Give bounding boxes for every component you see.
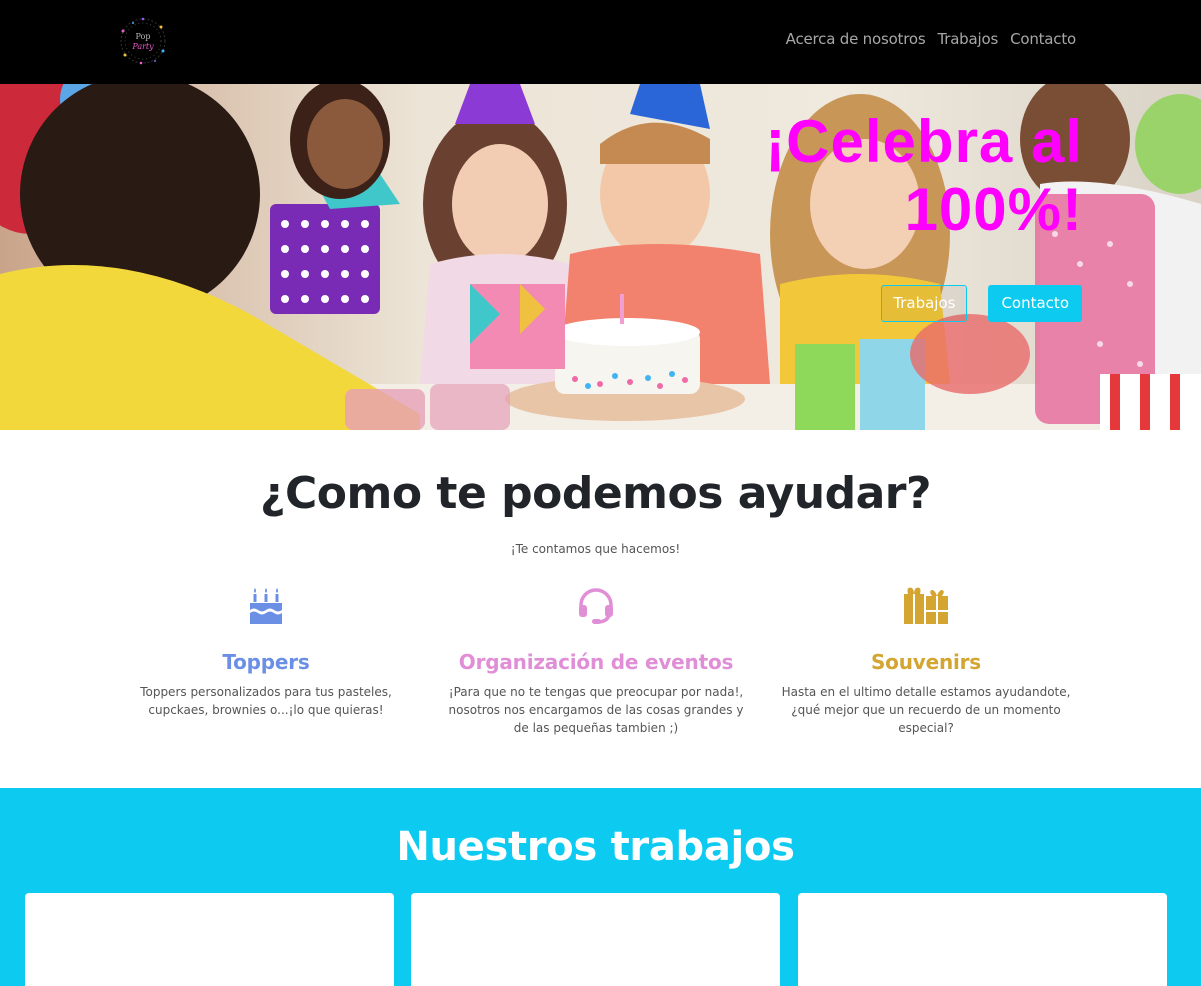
service-toppers-description: Toppers personalizados para tus pasteles… <box>140 685 392 717</box>
service-events: Organización de eventos ¡Para que no te … <box>436 586 756 737</box>
work-card[interactable] <box>25 893 394 986</box>
hero-buttons: Trabajos Contacto <box>881 285 1082 322</box>
service-souvenirs-description: Hasta en el ultimo detalle estamos ayuda… <box>781 685 1071 735</box>
navbar: Pop Party Acerca de nosotros Trabajos Co… <box>0 0 1201 84</box>
headset-icon <box>436 586 756 630</box>
service-toppers-title: Toppers <box>222 650 310 674</box>
service-events-title: Organización de eventos <box>458 650 734 674</box>
nav-links: Acerca de nosotros Trabajos Contacto <box>786 30 1077 48</box>
svg-text:Party: Party <box>131 42 154 51</box>
nav-link-contact[interactable]: Contacto <box>1010 30 1076 48</box>
service-souvenirs-title: Souvenirs <box>870 650 982 674</box>
svg-text:Pop: Pop <box>136 32 151 41</box>
birthday-cake-icon <box>106 586 426 630</box>
work-card[interactable] <box>798 893 1167 986</box>
hero-title: ¡Celebra al 100%! <box>765 108 1083 243</box>
party-logo[interactable]: Pop Party <box>113 13 173 69</box>
service-events-description: ¡Para que no te tengas que preocupar por… <box>448 685 744 735</box>
nav-link-about[interactable]: Acerca de nosotros <box>786 30 926 48</box>
service-souvenirs: Souvenirs Hasta en el ultimo detalle est… <box>766 586 1086 737</box>
nav-link-works[interactable]: Trabajos <box>937 30 998 48</box>
hero-works-button[interactable]: Trabajos <box>881 285 968 322</box>
service-toppers: Toppers Toppers personalizados para tus … <box>106 586 426 719</box>
gifts-icon <box>766 586 1086 630</box>
help-section-subtitle: ¡Te contamos que hacemos! <box>510 542 681 556</box>
work-card[interactable] <box>411 893 780 986</box>
hero-banner: ¡Celebra al 100%! Trabajos Contacto <box>0 84 1201 430</box>
works-section: Nuestros trabajos <box>0 788 1201 986</box>
works-section-title: Nuestros trabajos <box>396 824 795 870</box>
help-section-title: ¿Como te podemos ayudar? <box>259 468 932 519</box>
hero-contact-button[interactable]: Contacto <box>988 285 1082 322</box>
